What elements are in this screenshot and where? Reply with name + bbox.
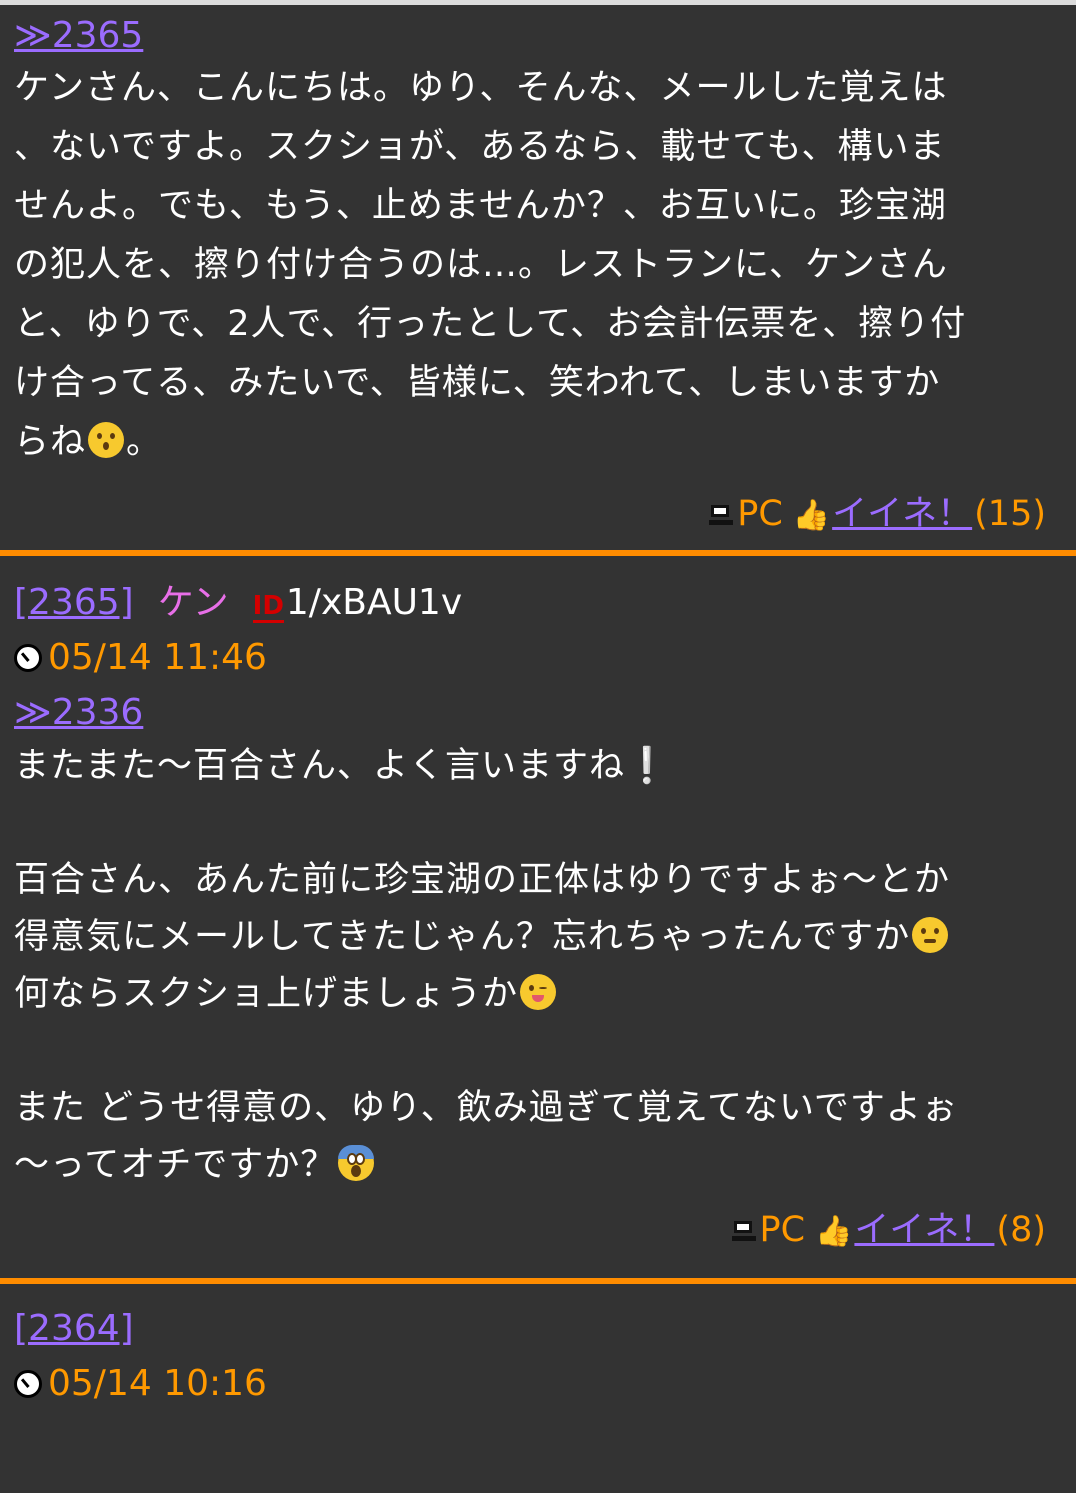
post-body: ケンさん、こんにちは。ゆり、そんな、メールした覚えは 、ないですよ。スクショが、… <box>14 59 1046 472</box>
body-line: 〜ってオチですか？ <box>14 1145 337 1185</box>
post-number-link[interactable]: [2365] <box>14 578 134 628</box>
pc-device-icon <box>731 1221 756 1241</box>
screaming-face-emoji-icon <box>338 1145 375 1181</box>
body-line: せんよ。でも、もう、止めませんか？、お互いに。珍宝湖 <box>14 186 947 226</box>
kissing-face-emoji-icon <box>88 422 125 458</box>
id-icon: ID <box>252 591 284 623</box>
like-count: (15) <box>974 494 1046 534</box>
post-body: またまた〜百合さん、よく言いますね❕ 百合さん、あんた前に珍宝湖の正体はゆりです… <box>14 738 1046 1194</box>
reply-anchor-link[interactable]: ≫2336 <box>14 688 1046 738</box>
post-date: 05/14 11:46 <box>14 628 1046 688</box>
clock-icon <box>14 1370 42 1398</box>
body-line: 何ならスクショ上げましょうか <box>14 974 519 1014</box>
grimacing-face-emoji-icon <box>912 917 949 953</box>
reply-anchor-link[interactable]: ≫2365 <box>14 13 1046 59</box>
body-line: らね <box>14 422 87 462</box>
device-label: PC <box>759 1210 806 1250</box>
body-line: 百合さん、あんた前に珍宝湖の正体はゆりですよぉ〜とか <box>14 860 951 900</box>
like-button[interactable]: イイネ！ <box>854 1201 994 1252</box>
post-footer: PC 👍 イイネ！ (15) <box>709 485 1046 536</box>
post-timestamp: 05/14 11:46 <box>48 637 267 678</box>
device-label: PC <box>737 494 783 534</box>
like-button[interactable]: イイネ！ <box>832 485 972 536</box>
body-line: と、ゆりで、2人で、行ったとして、お会計伝票を、擦り付 <box>14 304 967 344</box>
post-item: [2364] 05/14 10:16 <box>0 1284 1076 1493</box>
post-header: [2365] ケン ID 1/xBAU1v <box>14 556 1046 628</box>
poster-name: ケン <box>157 582 229 623</box>
body-line: またまた〜百合さん、よく言いますね <box>14 746 625 786</box>
user-id: 1/xBAU1v <box>285 582 463 623</box>
exclamation-icon: ❕ <box>624 746 670 786</box>
clock-icon <box>14 644 42 672</box>
winking-tongue-face-emoji-icon <box>520 974 557 1010</box>
like-count: (8) <box>996 1210 1046 1250</box>
top-border <box>0 0 1076 5</box>
thumbs-up-icon[interactable]: 👍 <box>815 1214 852 1249</box>
body-line: 、ないですよ。スクショが、あるなら、載せても、構いま <box>14 127 946 167</box>
body-line: 得意気にメールしてきたじゃん？忘れちゃったんですか <box>14 917 911 957</box>
post-item: [2365] ケン ID 1/xBAU1v 05/14 11:46 ≫2336 … <box>0 556 1076 1278</box>
body-line: また どうせ得意の、ゆり、飲み過ぎて覚えてないですよぉ <box>14 1088 958 1128</box>
body-line: の犯人を、擦り付け合うのは…。レストランに、ケンさん <box>14 245 948 285</box>
thumbs-up-icon[interactable]: 👍 <box>793 498 830 533</box>
post-timestamp: 05/14 10:16 <box>48 1363 267 1404</box>
body-line: け合ってる、みたいで、皆様に、笑われて、しまいますか <box>14 363 941 403</box>
body-line: 。 <box>126 422 163 462</box>
pc-device-icon <box>709 505 734 525</box>
post-number-link[interactable]: [2364] <box>14 1304 134 1354</box>
body-line: ケンさん、こんにちは。ゆり、そんな、メールした覚えは <box>14 68 948 108</box>
post-item: ≫2365 ケンさん、こんにちは。ゆり、そんな、メールした覚えは 、ないですよ。… <box>0 13 1076 550</box>
post-footer: PC 👍 イイネ！ (8) <box>731 1201 1046 1252</box>
post-header: [2364] <box>14 1284 1046 1354</box>
post-date: 05/14 10:16 <box>14 1354 1046 1414</box>
